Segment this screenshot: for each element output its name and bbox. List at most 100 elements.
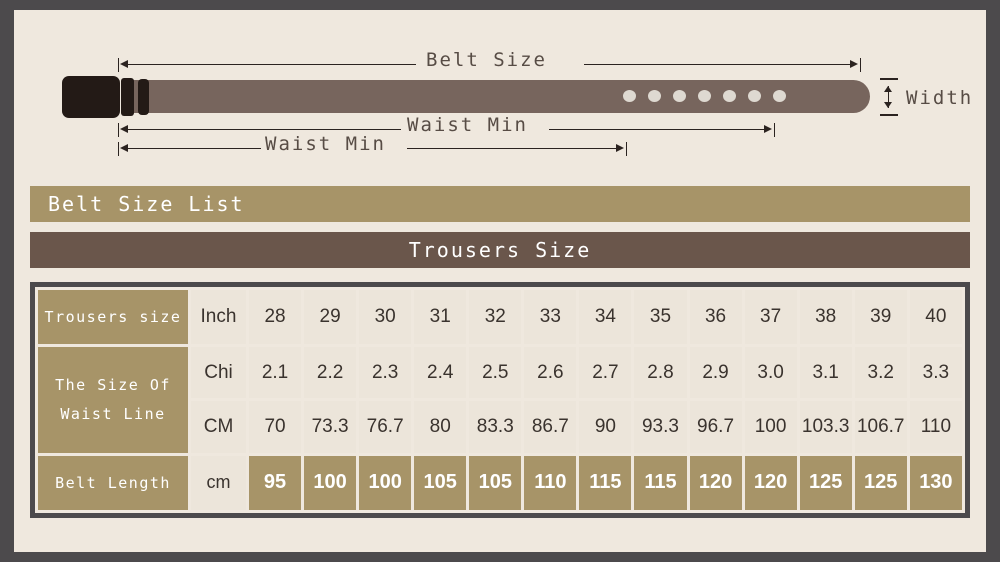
dimension-line xyxy=(584,64,854,65)
cell: 2.8 xyxy=(634,347,687,399)
trousers-size-title: Trousers Size xyxy=(408,238,592,262)
cell: 76.7 xyxy=(359,401,412,453)
belt-hole xyxy=(698,90,711,102)
belt-keeper-loop xyxy=(138,79,149,115)
cell: 2.2 xyxy=(304,347,357,399)
cell: 100 xyxy=(744,401,797,453)
cell: 36 xyxy=(689,290,742,345)
cell: 115 xyxy=(579,455,632,510)
row-unit-inch: Inch xyxy=(191,290,246,345)
belt-diagram: Belt Size Width Waist Min Waist Min xyxy=(14,10,986,182)
cell: 2.3 xyxy=(359,347,412,399)
width-tick-bottom xyxy=(880,114,898,116)
row-label-waist-line: The Size Of Waist Line xyxy=(38,347,188,453)
width-label: Width xyxy=(906,87,974,109)
waist-min-dimension-lower: Waist Min xyxy=(14,133,986,156)
cell: 3.0 xyxy=(744,347,797,399)
belt-size-dimension: Belt Size xyxy=(14,49,986,72)
cell: 120 xyxy=(744,455,797,510)
cell: 105 xyxy=(469,455,522,510)
waist-min-label-upper: Waist Min xyxy=(407,114,528,136)
row-label-waist-line-line2: Waist Line xyxy=(60,404,166,423)
cell: 110 xyxy=(524,455,577,510)
table-row: Trousers size Inch 28 29 30 31 32 33 34 … xyxy=(38,290,962,345)
cell: 2.6 xyxy=(524,347,577,399)
size-table-container: Trousers size Inch 28 29 30 31 32 33 34 … xyxy=(30,282,970,518)
belt-hole xyxy=(748,90,761,102)
belt-hole xyxy=(648,90,661,102)
row-unit-cm: CM xyxy=(191,401,246,453)
cell: 32 xyxy=(469,290,522,345)
cell: 95 xyxy=(249,455,302,510)
dimension-line xyxy=(126,64,416,65)
dimension-line xyxy=(407,148,619,149)
size-table: Trousers size Inch 28 29 30 31 32 33 34 … xyxy=(35,287,965,513)
dimension-tick-left xyxy=(118,123,119,137)
content-canvas: Belt Size Width Waist Min Waist Min Belt… xyxy=(14,10,986,552)
dimension-line xyxy=(549,129,769,130)
cell: 90 xyxy=(579,401,632,453)
belt-hole xyxy=(773,90,786,102)
belt-buckle xyxy=(62,76,120,118)
cell: 120 xyxy=(689,455,742,510)
dimension-tick-left xyxy=(118,58,119,72)
cell: 103.3 xyxy=(799,401,852,453)
cell: 106.7 xyxy=(854,401,907,453)
trousers-size-bar: Trousers Size xyxy=(30,232,970,268)
cell: 2.1 xyxy=(249,347,302,399)
dimension-tick-right xyxy=(860,58,861,72)
cell: 30 xyxy=(359,290,412,345)
belt-hole xyxy=(623,90,636,102)
belt-hole xyxy=(673,90,686,102)
dimension-tick-left xyxy=(118,142,119,156)
cell: 93.3 xyxy=(634,401,687,453)
cell: 96.7 xyxy=(689,401,742,453)
row-unit-chi: Chi xyxy=(191,347,246,399)
row-label-trousers-size: Trousers size xyxy=(38,290,188,345)
cell: 2.7 xyxy=(579,347,632,399)
screenshot-root: Belt Size Width Waist Min Waist Min Belt… xyxy=(0,0,1000,562)
row-unit-cm-lower: cm xyxy=(191,455,246,510)
arrow-right-icon xyxy=(764,125,772,133)
cell: 3.3 xyxy=(909,347,962,399)
belt-hole xyxy=(723,90,736,102)
arrow-right-icon xyxy=(616,144,624,152)
row-label-waist-line-line1: The Size Of xyxy=(55,376,171,395)
dimension-tick-right xyxy=(626,142,627,156)
cell: 2.4 xyxy=(414,347,467,399)
cell: 40 xyxy=(909,290,962,345)
cell: 3.2 xyxy=(854,347,907,399)
row-label-belt-length: Belt Length xyxy=(38,455,188,510)
dimension-tick-right xyxy=(774,123,775,137)
belt-size-list-bar: Belt Size List xyxy=(30,186,970,222)
waist-min-dimension-upper: Waist Min xyxy=(14,114,986,137)
cell: 100 xyxy=(359,455,412,510)
cell: 110 xyxy=(909,401,962,453)
cell: 100 xyxy=(304,455,357,510)
arrow-down-icon xyxy=(884,102,892,108)
cell: 125 xyxy=(799,455,852,510)
cell: 33 xyxy=(524,290,577,345)
cell: 29 xyxy=(304,290,357,345)
cell: 105 xyxy=(414,455,467,510)
cell: 2.5 xyxy=(469,347,522,399)
belt-size-label: Belt Size xyxy=(426,49,547,71)
cell: 3.1 xyxy=(799,347,852,399)
belt-buckle-bar xyxy=(121,78,134,116)
cell: 28 xyxy=(249,290,302,345)
dimension-line xyxy=(126,148,261,149)
cell: 86.7 xyxy=(524,401,577,453)
dimension-line xyxy=(126,129,401,130)
table-row: The Size Of Waist Line Chi 2.1 2.2 2.3 2… xyxy=(38,347,962,453)
cell: 37 xyxy=(744,290,797,345)
cell: 125 xyxy=(854,455,907,510)
belt-tip xyxy=(814,80,870,113)
cell: 34 xyxy=(579,290,632,345)
width-tick-top xyxy=(880,78,898,80)
cell: 73.3 xyxy=(304,401,357,453)
arrow-right-icon xyxy=(850,60,858,68)
belt-size-list-title: Belt Size List xyxy=(48,192,245,216)
cell: 115 xyxy=(634,455,687,510)
cell: 80 xyxy=(414,401,467,453)
cell: 70 xyxy=(249,401,302,453)
